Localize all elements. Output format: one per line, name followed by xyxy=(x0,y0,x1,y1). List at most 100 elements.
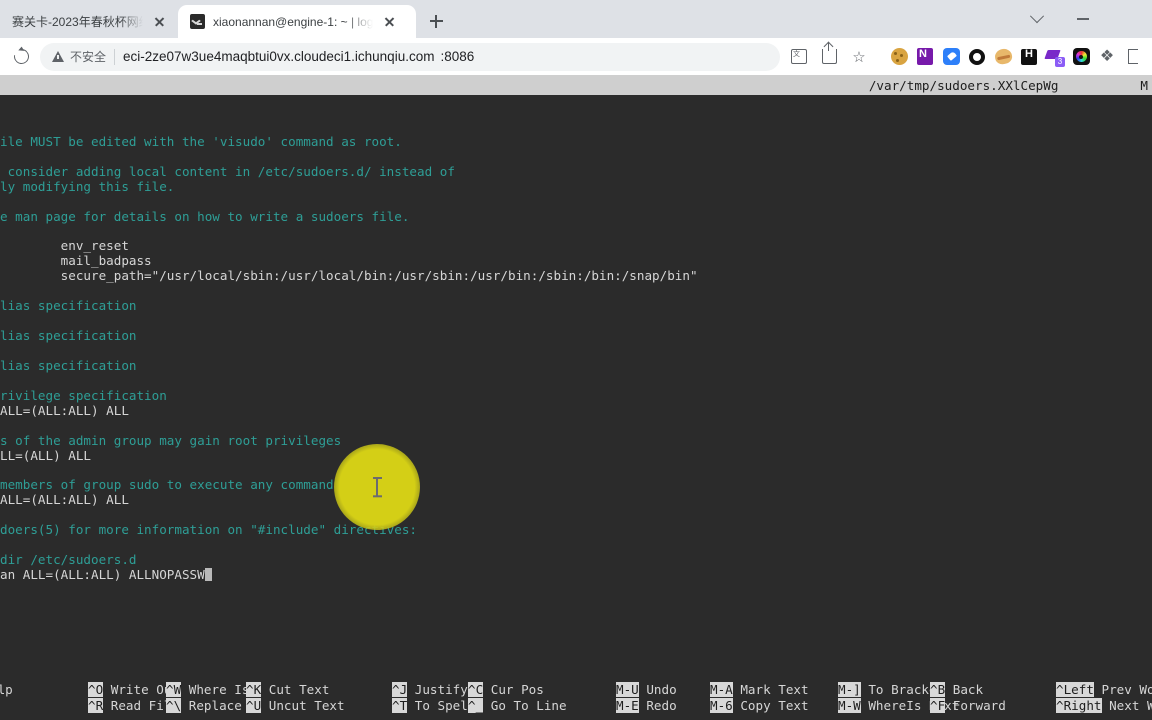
puzzle-extensions-icon[interactable]: ❖ xyxy=(1094,44,1120,70)
divider xyxy=(114,48,116,65)
nano-shortcut-key: ^B xyxy=(930,682,946,697)
notes-blue-icon[interactable] xyxy=(938,44,964,70)
url-port: :8086 xyxy=(440,49,475,64)
nano-text-area[interactable]: ile MUST be edited with the 'visudo' com… xyxy=(0,95,1152,675)
address-bar[interactable]: 不安全 eci-2ze07w3ue4maqbtui0vx.cloudeci1.i… xyxy=(40,42,780,71)
nano-shortcut[interactable]: M-E Redo xyxy=(616,697,677,714)
paint-icon[interactable] xyxy=(990,44,1016,70)
editor-line: doers(5) for more information on "#inclu… xyxy=(0,522,1152,538)
editor-line: members of group sudo to execute any com… xyxy=(0,477,1152,493)
nano-modified-flag: M xyxy=(1140,77,1148,93)
editor-line: consider adding local content in /etc/su… xyxy=(0,164,1152,180)
editor-line-text: dir /etc/sudoers.d xyxy=(0,552,137,568)
browser-toolbar: 不安全 eci-2ze07w3ue4maqbtui0vx.cloudeci1.i… xyxy=(0,38,1152,75)
browser-tab-1[interactable]: xiaonannan@engine-1: ~ | log xyxy=(178,5,416,38)
color-ring-icon[interactable] xyxy=(1068,44,1094,70)
close-icon[interactable] xyxy=(381,13,398,30)
nano-shortcut-label: Uncut Text xyxy=(268,697,345,713)
nano-shortcut[interactable]: M-] To Bracket xyxy=(838,682,944,698)
nano-shortcut[interactable]: ^J Justify xyxy=(392,682,468,698)
nano-shortcut[interactable]: ^K Cut Text xyxy=(246,682,329,698)
terminal-nano-editor[interactable]: /var/tmp/sudoers.XXlCepWg M ile MUST be … xyxy=(0,75,1152,720)
terminal-icon xyxy=(190,14,205,29)
nano-shortcut-key: ^R xyxy=(88,697,104,713)
editor-line: ly modifying this file. xyxy=(0,179,1152,195)
editor-line-text: s of the admin group may gain root privi… xyxy=(0,432,342,448)
editor-line-text: an ALL=(ALL:ALL) ALLNOPASSW xyxy=(0,567,205,583)
nano-shortcut-label: Back xyxy=(952,682,984,697)
nano-shortcut[interactable]: ^W Where Is xyxy=(166,682,249,698)
editor-line: ALL=(ALL:ALL) ALL xyxy=(0,403,1152,419)
editor-line: s of the admin group may gain root privi… xyxy=(0,432,1152,449)
nano-shortcut-key: ^\ xyxy=(166,697,182,713)
nano-title-bar: /var/tmp/sudoers.XXlCepWg M xyxy=(0,75,1152,95)
nano-shortcut[interactable]: M-6 Copy Text xyxy=(710,697,809,714)
nano-shortcut-key: M-E xyxy=(616,697,639,713)
cookie-icon[interactable] xyxy=(886,44,912,70)
editor-line-text: e man page for details on how to write a… xyxy=(0,208,410,224)
nano-shortcut-key: M-6 xyxy=(710,697,733,713)
editor-line: lias specification xyxy=(0,328,1152,344)
nano-shortcut-label: Where Is xyxy=(188,682,250,697)
nano-shortcut-key: ^_ xyxy=(468,697,484,713)
nano-shortcut-key: ^U xyxy=(246,697,262,713)
nano-shortcut[interactable]: ^T To Spell xyxy=(392,697,475,714)
nano-shortcut-key: M-U xyxy=(616,682,639,697)
nano-shortcut-label: Justify xyxy=(414,682,468,697)
new-tab-button[interactable] xyxy=(422,7,450,35)
purple-layers-icon[interactable] xyxy=(1042,44,1068,70)
nano-shortcut[interactable]: ^F Forward xyxy=(930,697,1006,714)
editor-line-text: ALL=(ALL:ALL) ALL xyxy=(0,492,129,508)
tab-strip: 赛关卡-2023年春秋杯网络安全 xiaonannan@engine-1: ~ … xyxy=(0,0,1152,38)
browser-tab-0[interactable]: 赛关卡-2023年春秋杯网络安全 xyxy=(0,5,178,38)
nano-shortcut[interactable]: ^\ Replace xyxy=(166,697,242,714)
window-controls xyxy=(1014,0,1152,38)
nano-shortcut-key: M-A xyxy=(710,682,733,697)
nano-shortcut[interactable]: M-A Mark Text xyxy=(710,682,809,698)
editor-line: secure_path="/usr/local/sbin:/usr/local/… xyxy=(0,268,1152,284)
nano-shortcut[interactable]: ^_ Go To Line xyxy=(468,697,567,714)
editor-line-text: lias specification xyxy=(0,328,137,344)
h-badge-icon[interactable] xyxy=(1016,44,1042,70)
translate-icon[interactable] xyxy=(784,42,814,72)
nano-shortcut[interactable]: ^Right Next W xyxy=(1056,697,1152,714)
editor-line: ile MUST be edited with the 'visudo' com… xyxy=(0,134,1152,150)
nano-shortcut[interactable]: M-U Undo xyxy=(616,682,677,698)
close-icon[interactable] xyxy=(151,13,168,30)
editor-line-text: doers(5) for more information on "#inclu… xyxy=(0,522,418,538)
nano-shortcut-label: Next W xyxy=(1109,697,1152,713)
editor-line: env_reset xyxy=(0,238,1152,254)
nano-shortcut-key: ^W xyxy=(166,682,182,697)
sidepanel-icon[interactable] xyxy=(1120,44,1146,70)
nano-shortcut[interactable]: elp xyxy=(0,682,13,698)
text-caret xyxy=(204,568,213,582)
nano-shortcut-key: ^Left xyxy=(1056,682,1094,697)
nano-shortcut[interactable]: ^C Cur Pos xyxy=(468,682,544,698)
editor-line-text: rivilege specification xyxy=(0,387,167,403)
nano-shortcut[interactable]: ^Left Prev Wo xyxy=(1056,682,1152,698)
nano-file-path: /var/tmp/sudoers.XXlCepWg xyxy=(868,77,1059,93)
nano-shortcut-row-2: ^R Read File ^\ Replace ^U Uncut Text ^T To… xyxy=(0,697,1152,714)
bookmark-star-icon[interactable]: ☆ xyxy=(844,42,874,72)
chevron-down-icon[interactable] xyxy=(1014,2,1060,36)
onenote-icon[interactable] xyxy=(912,44,938,70)
nano-shortcut-key: ^Right xyxy=(1056,697,1102,713)
ring-black-icon[interactable] xyxy=(964,44,990,70)
minimize-icon[interactable] xyxy=(1060,2,1106,36)
reload-icon[interactable] xyxy=(6,42,36,72)
share-icon[interactable] xyxy=(814,42,844,72)
toolbar-right-icons: ☆ ❖ xyxy=(784,42,1146,72)
nano-shortcut[interactable]: ^B Back xyxy=(930,682,983,698)
nano-shortcut[interactable]: ^U Uncut Text xyxy=(246,697,345,714)
nano-shortcut-label: Mark Text xyxy=(740,682,809,697)
maximize-icon[interactable] xyxy=(1106,2,1152,36)
